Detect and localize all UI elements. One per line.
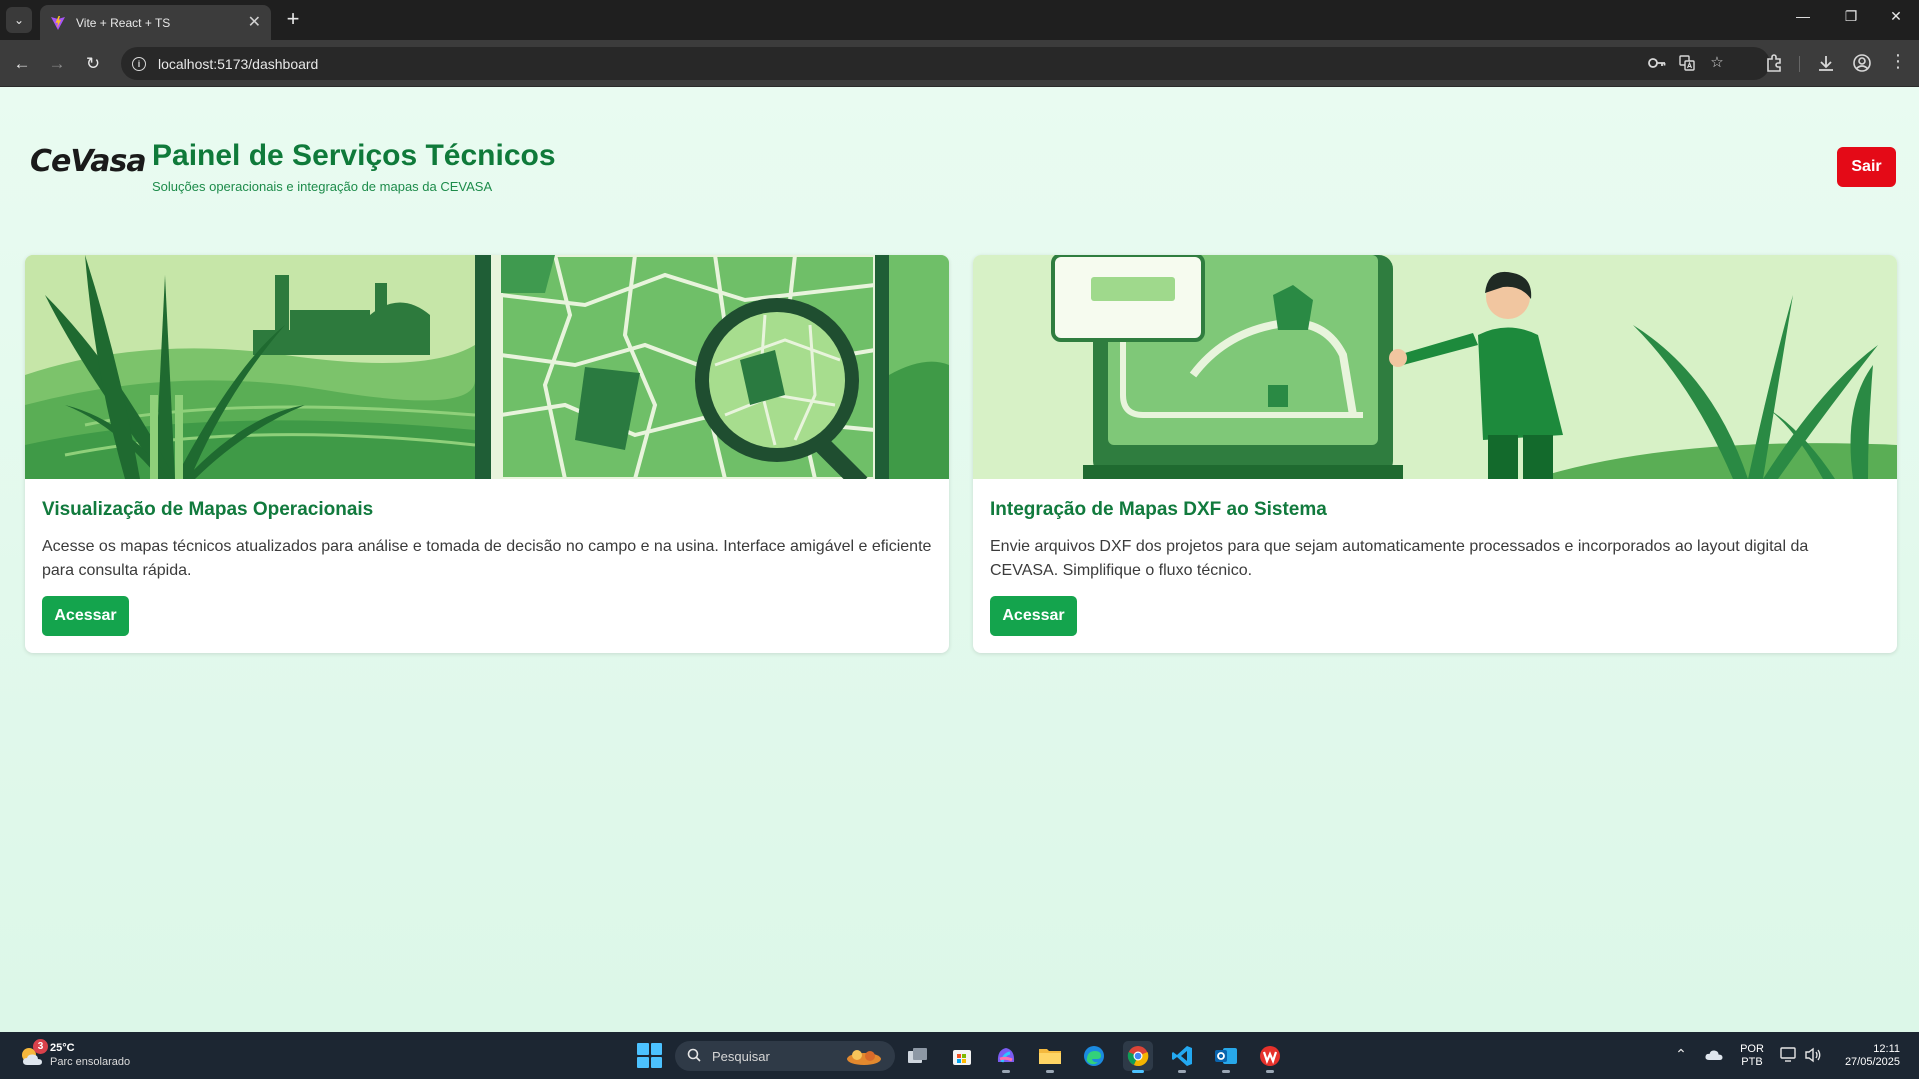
password-key-icon[interactable]	[1648, 56, 1666, 70]
input-language[interactable]: POR PTB	[1740, 1043, 1764, 1069]
dashboard-page: CeVasa Painel de Serviços Técnicos Soluç…	[0, 87, 1919, 1032]
card-description: Envie arquivos DXF dos projetos para que…	[990, 538, 1809, 579]
reload-icon[interactable]: ↻	[81, 52, 105, 76]
card-illustration-map-magnifier	[25, 255, 949, 479]
url-text: localhost:5173/dashboard	[158, 55, 319, 72]
chevron-up-icon[interactable]: ⌃	[1671, 1046, 1691, 1063]
browser-tab-bar: ⌄ Vite + React + TS ✕ + — ❐ ✕	[0, 0, 1919, 40]
site-info-icon[interactable]: i	[132, 56, 146, 71]
wps-office-icon[interactable]	[1255, 1041, 1285, 1073]
microsoft-store-icon[interactable]	[947, 1041, 977, 1071]
weather-description: Parc ensolarado	[50, 1056, 131, 1068]
extensions-icon[interactable]	[1763, 53, 1785, 73]
access-button[interactable]: Acessar	[42, 596, 129, 636]
running-indicator	[1222, 1070, 1230, 1073]
tab-title: Vite + React + TS	[76, 15, 171, 30]
card-title: Visualização de Mapas Operacionais	[42, 499, 374, 520]
windows-start-icon[interactable]	[637, 1043, 662, 1068]
weather-widget[interactable]: 3 25°C Parc ensolarado	[19, 1039, 169, 1071]
logout-button[interactable]: Sair	[1837, 147, 1896, 187]
search-placeholder: Pesquisar	[712, 1049, 770, 1064]
browser-toolbar: ← → ↻ i localhost:5173/dashboard ☆ ⋮	[0, 40, 1919, 87]
running-indicator	[1002, 1070, 1010, 1073]
menu-kebab-icon[interactable]: ⋮	[1887, 51, 1909, 72]
search-highlight-icon	[847, 1050, 881, 1065]
volume-icon[interactable]	[1804, 1047, 1822, 1063]
card-map-visualization: Visualização de Mapas Operacionais Acess…	[25, 255, 949, 653]
windows-taskbar: 3 25°C Parc ensolarado Pesquisar ⌃ POR P…	[0, 1032, 1919, 1079]
taskbar-search[interactable]: Pesquisar	[675, 1041, 895, 1071]
weather-alert-badge: 3	[33, 1039, 48, 1054]
tab-close-icon[interactable]: ✕	[248, 14, 261, 31]
chrome-icon[interactable]	[1123, 1041, 1153, 1073]
new-tab-button[interactable]: +	[281, 8, 305, 30]
tab-search-button[interactable]: ⌄	[6, 7, 32, 33]
task-view-icon[interactable]	[903, 1041, 933, 1071]
clock-time: 12:11	[1873, 1043, 1900, 1055]
weather-temperature: 25°C	[50, 1042, 75, 1054]
card-title: Integração de Mapas DXF ao Sistema	[990, 499, 1327, 520]
access-button[interactable]: Acessar	[990, 596, 1077, 636]
browser-tab[interactable]: Vite + React + TS ✕	[40, 5, 271, 40]
system-clock[interactable]: 12:11 27/05/2025	[1834, 1043, 1900, 1069]
running-indicator	[1266, 1070, 1274, 1073]
network-icon[interactable]	[1780, 1047, 1798, 1063]
bookmark-star-icon[interactable]: ☆	[1708, 53, 1726, 71]
card-dxf-integration: Integração de Mapas DXF ao Sistema Envie…	[973, 255, 1897, 653]
onedrive-cloud-icon[interactable]	[1705, 1048, 1723, 1062]
outlook-icon[interactable]	[1211, 1041, 1241, 1073]
vscode-icon[interactable]	[1167, 1041, 1197, 1073]
forward-icon[interactable]: →	[45, 52, 69, 76]
clock-date: 27/05/2025	[1844, 1056, 1900, 1068]
search-icon	[687, 1048, 701, 1062]
running-indicator	[1178, 1070, 1186, 1073]
download-icon[interactable]	[1815, 53, 1837, 73]
translate-icon[interactable]	[1678, 55, 1696, 71]
vite-icon	[51, 15, 65, 30]
restore-icon[interactable]: ❐	[1836, 8, 1866, 25]
keyboard-layout: PTB	[1741, 1056, 1763, 1068]
page-title: Painel de Serviços Técnicos	[152, 139, 556, 172]
minimize-icon[interactable]: —	[1788, 8, 1818, 24]
toolbar-divider	[1799, 56, 1800, 72]
edge-icon[interactable]	[1079, 1041, 1109, 1071]
language-code: POR	[1740, 1043, 1764, 1055]
profile-icon[interactable]	[1851, 53, 1873, 73]
close-window-icon[interactable]: ✕	[1881, 8, 1911, 25]
microsoft-365-icon[interactable]	[991, 1041, 1021, 1073]
running-indicator	[1046, 1070, 1054, 1073]
file-explorer-icon[interactable]	[1035, 1041, 1065, 1073]
card-description: Acesse os mapas técnicos atualizados par…	[42, 538, 932, 579]
card-illustration-dxf-upload	[973, 255, 1897, 479]
page-subtitle: Soluções operacionais e integração de ma…	[152, 179, 493, 194]
running-indicator	[1132, 1070, 1144, 1073]
cevasa-logo: CeVasa	[30, 144, 147, 179]
back-icon[interactable]: ←	[10, 52, 34, 76]
address-bar[interactable]: i localhost:5173/dashboard ☆	[121, 47, 1770, 80]
